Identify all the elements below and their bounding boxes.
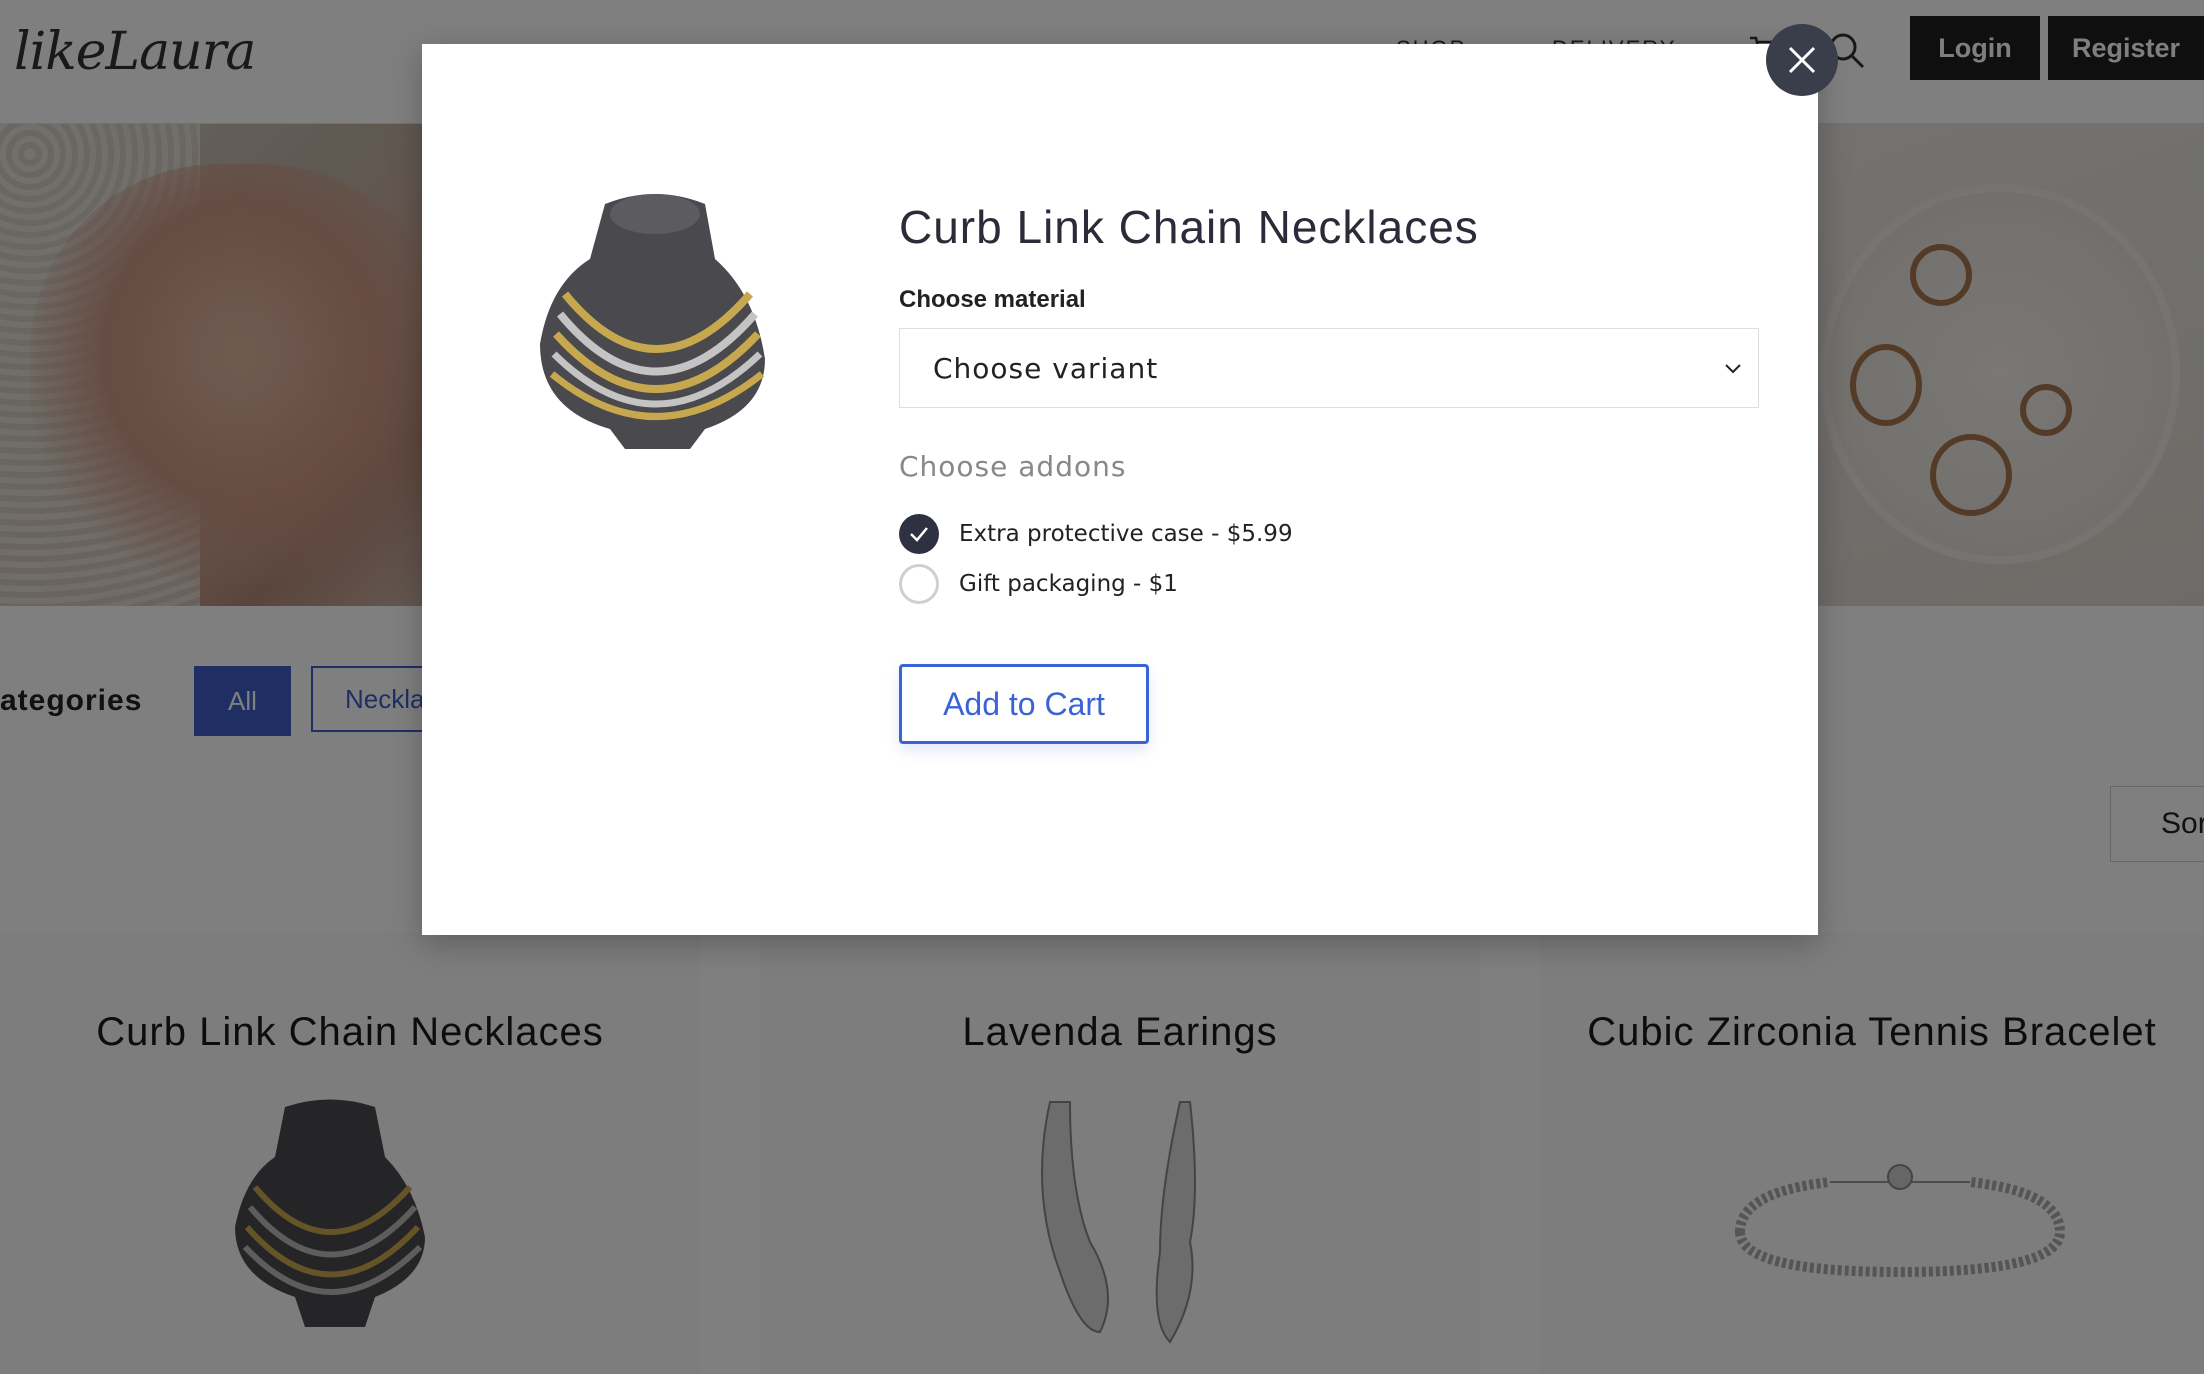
variant-select[interactable]: Choose variant	[899, 328, 1759, 408]
addon-label: Gift packaging - $1	[959, 571, 1178, 597]
addon-label: Extra protective case - $5.99	[959, 521, 1293, 547]
product-quick-view-modal: Curb Link Chain Necklaces Choose materia…	[422, 44, 1818, 935]
variant-select-value: Choose variant	[933, 351, 1159, 385]
modal-title: Curb Link Chain Necklaces	[899, 201, 1479, 253]
modal-close-button[interactable]	[1766, 24, 1838, 96]
addon-option-gift-packaging[interactable]: Gift packaging - $1	[899, 564, 1178, 604]
add-to-cart-button[interactable]: Add to Cart	[899, 664, 1149, 744]
addon-checkbox-unchecked[interactable]	[899, 564, 939, 604]
chevron-down-icon	[1725, 364, 1741, 374]
modal-product-image	[540, 194, 765, 449]
addon-option-protective-case[interactable]: Extra protective case - $5.99	[899, 514, 1293, 554]
material-label: Choose material	[899, 286, 1086, 313]
addons-label: Choose addons	[899, 450, 1127, 483]
check-icon	[910, 527, 928, 542]
close-icon	[1788, 46, 1816, 74]
page: likeLaura SHOP DELIVERY Login Register a…	[0, 0, 2204, 1374]
addon-checkbox-checked[interactable]	[899, 514, 939, 554]
